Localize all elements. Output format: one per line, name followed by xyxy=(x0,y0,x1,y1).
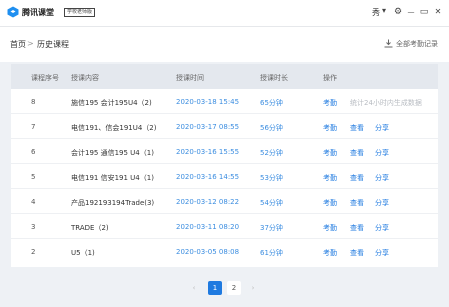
header-actions: 操作 xyxy=(323,74,337,82)
header-course-number: 课程序号 xyxy=(31,74,59,82)
row-number: 7 xyxy=(31,123,36,131)
attendance-link[interactable]: 考勤 xyxy=(323,98,337,108)
row-time: 2020-03-18 15:45 xyxy=(176,98,240,106)
view-link[interactable]: 查看 xyxy=(350,198,364,208)
row-duration: 61分钟 xyxy=(260,249,283,257)
row-time: 2020-03-11 08:20 xyxy=(176,223,240,231)
settings-gear-icon[interactable]: ⚙ xyxy=(392,5,404,19)
table-row: 2 U5（1) 2020-03-05 08:08 61分钟 考勤 查看 分享 xyxy=(11,239,438,264)
next-page-chevron-icon[interactable]: › xyxy=(246,281,260,295)
minimize-button[interactable]: — xyxy=(405,5,417,19)
table-row: 3 TRADE（2) 2020-03-11 08:20 37分钟 考勤 查看 分… xyxy=(11,214,438,239)
tencent-classroom-logo-icon xyxy=(7,6,19,18)
user-name[interactable]: 秀 xyxy=(372,7,380,18)
row-content: 电信191 信安191 U4（1) xyxy=(71,174,154,182)
row-content: U5（1) xyxy=(71,249,95,257)
attendance-link[interactable]: 考勤 xyxy=(323,198,337,208)
row-number: 6 xyxy=(31,148,36,156)
attendance-link[interactable]: 考勤 xyxy=(323,173,337,183)
page-1-button[interactable]: 1 xyxy=(208,281,222,295)
title-bar: 腾讯课堂 学校老师版 秀 ▾ ⚙ — ▭ ✕ xyxy=(0,0,449,26)
row-content: 电信191、信会191U4（2) xyxy=(71,124,157,132)
breadcrumb-current: 历史课程 xyxy=(37,40,69,49)
table-header: 课程序号 授课内容 授课时间 授课时长 操作 xyxy=(11,64,438,89)
row-number: 3 xyxy=(31,223,36,231)
row-content: 会计195 通信195 U4（1) xyxy=(71,149,154,157)
table-row: 5 电信191 信安191 U4（1) 2020-03-16 14:55 53分… xyxy=(11,164,438,189)
share-link[interactable]: 分享 xyxy=(375,223,389,233)
app-name: 腾讯课堂 xyxy=(22,8,54,17)
row-content: TRADE（2) xyxy=(71,224,109,232)
row-duration: 65分钟 xyxy=(260,99,283,107)
page-2-button[interactable]: 2 xyxy=(227,281,241,295)
row-time: 2020-03-05 08:08 xyxy=(176,248,240,256)
row-content: 施信195 会计195U4（2) xyxy=(71,99,152,107)
table-row: 4 产品192193194Trade(3) 2020-03-12 08:22 5… xyxy=(11,189,438,214)
view-link[interactable]: 查看 xyxy=(350,148,364,158)
header-course-content: 授课内容 xyxy=(71,74,99,82)
header-course-time: 授课时间 xyxy=(176,74,204,82)
row-duration: 52分钟 xyxy=(260,149,283,157)
download-icon[interactable] xyxy=(384,39,393,48)
row-time: 2020-03-12 08:22 xyxy=(176,198,240,206)
row-time: 2020-03-16 15:55 xyxy=(176,148,240,156)
data-pending-note: 统计24小时内生成数据 xyxy=(350,99,422,107)
row-number: 4 xyxy=(31,198,36,206)
attendance-link[interactable]: 考勤 xyxy=(323,148,337,158)
row-duration: 37分钟 xyxy=(260,224,283,232)
table-row: 8 施信195 会计195U4（2) 2020-03-18 15:45 65分钟… xyxy=(11,89,438,114)
attendance-link[interactable]: 考勤 xyxy=(323,123,337,133)
view-link[interactable]: 查看 xyxy=(350,223,364,233)
close-button[interactable]: ✕ xyxy=(432,5,444,19)
attendance-link[interactable]: 考勤 xyxy=(323,223,337,233)
row-number: 2 xyxy=(31,248,36,256)
row-duration: 53分钟 xyxy=(260,174,283,182)
user-menu-caret-icon[interactable]: ▾ xyxy=(382,6,386,15)
table-row: 7 电信191、信会191U4（2) 2020-03-17 08:55 56分钟… xyxy=(11,114,438,139)
view-link[interactable]: 查看 xyxy=(350,173,364,183)
row-duration: 54分钟 xyxy=(260,199,283,207)
row-content: 产品192193194Trade(3) xyxy=(71,199,155,207)
history-course-table: 课程序号 授课内容 授课时间 授课时长 操作 8 施信195 会计195U4（2… xyxy=(11,64,438,267)
share-link[interactable]: 分享 xyxy=(375,123,389,133)
download-all-attendance-link[interactable]: 全部考勤记录 xyxy=(396,39,438,49)
app-edition-badge: 学校老师版 xyxy=(64,8,96,17)
breadcrumb: 首页 > 历史课程 全部考勤记录 xyxy=(0,26,449,62)
view-link[interactable]: 查看 xyxy=(350,123,364,133)
attendance-link[interactable]: 考勤 xyxy=(323,248,337,258)
maximize-button[interactable]: ▭ xyxy=(418,5,430,19)
share-link[interactable]: 分享 xyxy=(375,248,389,258)
row-time: 2020-03-17 08:55 xyxy=(176,123,240,131)
share-link[interactable]: 分享 xyxy=(375,173,389,183)
breadcrumb-home-link[interactable]: 首页 xyxy=(10,39,26,50)
row-time: 2020-03-16 14:55 xyxy=(176,173,240,181)
view-link[interactable]: 查看 xyxy=(350,248,364,258)
share-link[interactable]: 分享 xyxy=(375,198,389,208)
share-link[interactable]: 分享 xyxy=(375,148,389,158)
breadcrumb-separator: > xyxy=(27,39,34,48)
prev-page-chevron-icon[interactable]: ‹ xyxy=(187,281,201,295)
table-row: 6 会计195 通信195 U4（1) 2020-03-16 15:55 52分… xyxy=(11,139,438,164)
row-duration: 56分钟 xyxy=(260,124,283,132)
row-number: 8 xyxy=(31,98,36,106)
header-course-duration: 授课时长 xyxy=(260,74,288,82)
row-number: 5 xyxy=(31,173,36,181)
